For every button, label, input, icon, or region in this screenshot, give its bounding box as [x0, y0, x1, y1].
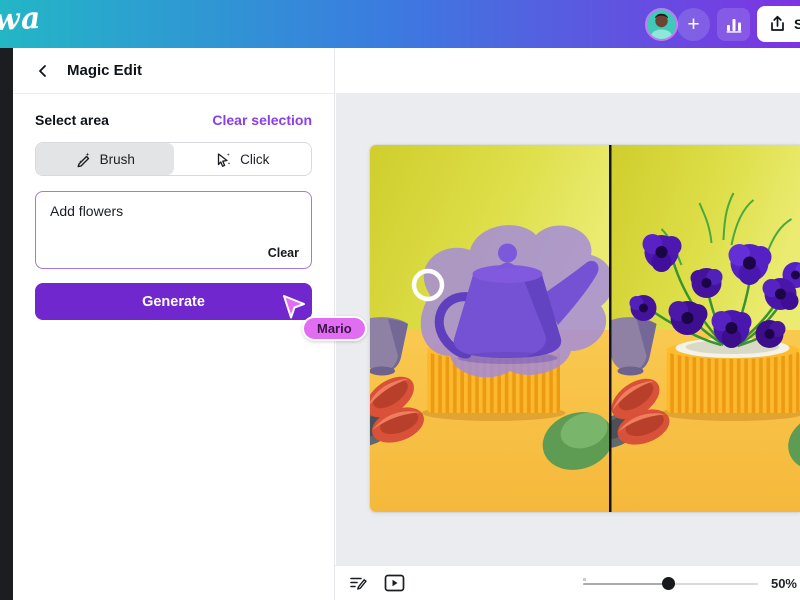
cursor-sparkle-icon — [215, 151, 232, 168]
editor-toolbar-strip — [336, 48, 800, 93]
zoom-slider-knob[interactable] — [662, 577, 675, 590]
panel-title: Magic Edit — [67, 62, 142, 79]
before-after-image — [370, 145, 800, 512]
zoom-slider-track[interactable] — [668, 583, 758, 585]
tool-brush-button[interactable]: Brush — [36, 143, 174, 175]
select-area-row: Select area Clear selection — [35, 112, 312, 128]
zoom-slider[interactable] — [583, 577, 758, 590]
tool-click-label: Click — [240, 152, 269, 167]
top-bar: wa + Sha — [0, 0, 800, 48]
after-image-half — [588, 145, 800, 512]
plus-icon: + — [687, 13, 699, 37]
design-preview-image[interactable] — [370, 145, 800, 512]
tool-click-button[interactable]: Click — [174, 143, 312, 175]
zoom-level-value: 50% — [771, 576, 797, 591]
before-image-half — [370, 145, 621, 512]
prompt-input[interactable]: Add flowers Clear — [35, 191, 312, 269]
magic-edit-panel: Magic Edit Select area Clear selection B… — [13, 48, 335, 600]
play-presentation-icon — [384, 574, 405, 592]
magic-brush-icon — [75, 151, 92, 168]
prompt-value: Add flowers — [50, 203, 297, 219]
collaborator-cursor-icon — [281, 294, 308, 321]
notes-pencil-icon — [348, 573, 368, 593]
zoom-slider-tick — [583, 578, 586, 581]
bar-chart-icon — [725, 16, 743, 34]
back-button[interactable] — [33, 61, 53, 81]
avatar[interactable] — [645, 8, 678, 41]
notes-button[interactable] — [345, 570, 371, 596]
canva-logo[interactable]: wa — [0, 1, 42, 38]
clear-selection-button[interactable]: Clear selection — [212, 112, 312, 128]
collapsed-side-rail — [0, 48, 13, 600]
panel-header: Magic Edit — [13, 48, 334, 94]
selection-tool-toggle: Brush Click — [35, 142, 312, 176]
zoom-slider-track-filled[interactable] — [583, 583, 668, 585]
share-button[interactable]: Share — [757, 6, 800, 42]
canva-magic-edit-app: wa + Sha — [0, 0, 800, 600]
generate-button[interactable]: Generate — [35, 283, 312, 320]
prompt-clear-button[interactable]: Clear — [268, 246, 299, 260]
add-button[interactable]: + — [677, 8, 710, 41]
bottom-bar: 50% — [335, 565, 800, 600]
collaborator-name-badge: Mario — [302, 316, 367, 341]
panel-body: Select area Clear selection Brush — [13, 94, 334, 320]
avatar-image — [647, 10, 676, 39]
present-button[interactable] — [381, 570, 407, 596]
select-area-label: Select area — [35, 112, 109, 128]
share-label: Share — [794, 16, 800, 32]
before-after-divider — [609, 145, 612, 512]
upload-icon — [769, 15, 786, 33]
tool-brush-label: Brush — [100, 152, 135, 167]
insights-button[interactable] — [717, 8, 750, 41]
chevron-left-icon — [35, 63, 51, 79]
